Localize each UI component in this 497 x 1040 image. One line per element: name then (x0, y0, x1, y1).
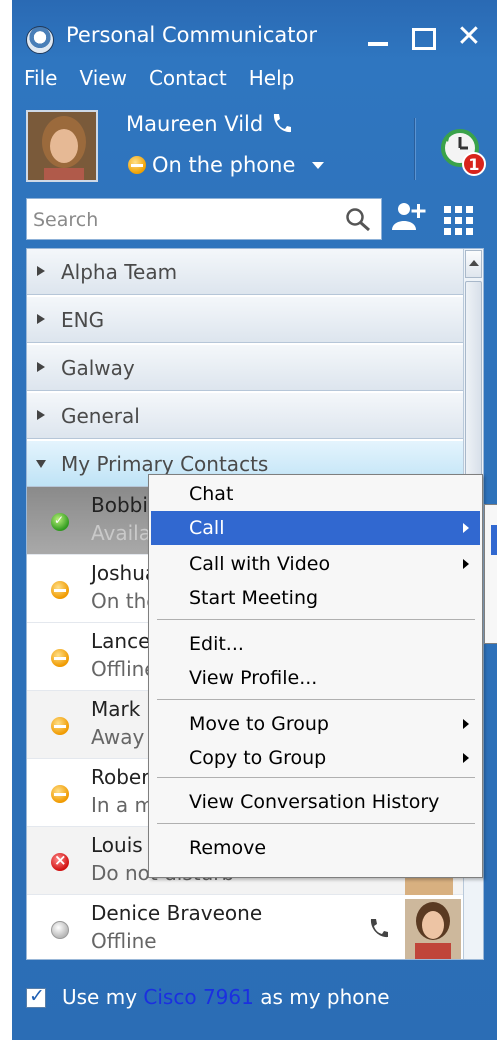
menu-item-view-conversation-history[interactable]: View Conversation History (151, 785, 480, 819)
add-contact-icon[interactable] (390, 200, 430, 238)
group-eng[interactable]: ENG (27, 297, 464, 343)
busy-status-icon (51, 717, 69, 735)
contact-name: Denice Braveone (91, 901, 263, 925)
offline-status-icon (51, 921, 69, 939)
menu-separator (157, 619, 475, 620)
contact-status: Offline (91, 929, 157, 953)
menu-separator (157, 699, 475, 700)
title-bar[interactable]: Personal Communicator ✕ (12, 0, 497, 62)
menu-item-move-to-group[interactable]: Move to Group (151, 707, 480, 741)
contact-status: Offline (91, 657, 157, 681)
group-label: Galway (61, 356, 135, 380)
submenu-highlight[interactable] (491, 525, 497, 555)
presence-status-icon[interactable] (128, 156, 146, 174)
busy-status-icon (51, 785, 69, 803)
menu-separator (157, 823, 475, 824)
presence-status[interactable]: On the phone (152, 153, 295, 177)
menu-item-edit[interactable]: Edit... (151, 627, 480, 661)
phone-icon[interactable] (367, 917, 389, 945)
search-input[interactable] (33, 207, 333, 233)
menu-item-copy-to-group[interactable]: Copy to Group (151, 741, 480, 775)
busy-status-icon (51, 649, 69, 667)
search-box[interactable] (26, 198, 382, 240)
group-general[interactable]: General (27, 393, 464, 439)
call-submenu[interactable] (484, 504, 497, 644)
footer-prefix: Use my (62, 985, 144, 1009)
scroll-up-button[interactable] (465, 250, 482, 278)
submenu-arrow-icon (463, 719, 469, 729)
group-label: My Primary Contacts (61, 452, 269, 476)
expand-arrow-icon (37, 362, 45, 372)
user-avatar[interactable] (26, 110, 98, 182)
window-title: Personal Communicator (66, 23, 317, 47)
menu-contact[interactable]: Contact (149, 66, 227, 98)
submenu-arrow-icon (463, 753, 469, 763)
group-label: Alpha Team (61, 260, 178, 284)
menu-item-view-profile[interactable]: View Profile... (151, 661, 480, 695)
available-status-icon (51, 513, 69, 531)
busy-status-icon (51, 581, 69, 599)
presence-dropdown-icon[interactable] (312, 162, 324, 169)
phone-icon (270, 112, 292, 140)
maximize-button[interactable] (408, 20, 438, 54)
submenu-arrow-icon (463, 523, 469, 533)
menu-item-start-meeting[interactable]: Start Meeting (151, 581, 480, 615)
user-name: Maureen Vild (126, 112, 264, 136)
menu-item-chat[interactable]: Chat (151, 477, 480, 511)
search-icon[interactable] (345, 207, 373, 237)
dialpad-icon[interactable] (442, 204, 476, 242)
minimize-button[interactable] (364, 20, 394, 54)
app-icon (26, 26, 54, 54)
expand-arrow-icon (37, 266, 45, 276)
contact-context-menu: Chat Call Call with Video Start Meeting … (148, 474, 483, 878)
contact-status: Away (91, 725, 145, 749)
close-button[interactable]: ✕ (454, 20, 484, 54)
menu-item-call[interactable]: Call (151, 511, 480, 545)
group-alpha-team[interactable]: Alpha Team (27, 249, 464, 295)
use-phone-label: Use my Cisco 7961 as my phone (62, 985, 390, 1009)
history-alarm-icon[interactable]: 1 (440, 124, 486, 180)
notification-count: 1 (468, 155, 479, 174)
menu-item-call-with-video[interactable]: Call with Video (151, 547, 480, 581)
contact-row[interactable]: Denice Braveone Offline (27, 895, 464, 959)
expand-arrow-icon (37, 410, 45, 420)
footer-suffix: as my phone (253, 985, 390, 1009)
menu-item-remove[interactable]: Remove (151, 831, 480, 865)
menu-view[interactable]: View (79, 66, 126, 98)
group-galway[interactable]: Galway (27, 345, 464, 391)
use-phone-checkbox[interactable] (26, 985, 46, 1008)
group-label: General (61, 404, 140, 428)
menu-bar: File View Contact Help (24, 66, 316, 98)
group-label: ENG (61, 308, 105, 332)
device-link[interactable]: Cisco 7961 (143, 985, 253, 1009)
do-not-disturb-status-icon (51, 851, 69, 871)
collapse-arrow-icon (36, 460, 46, 468)
expand-arrow-icon (37, 314, 45, 324)
divider (414, 118, 416, 180)
menu-separator (157, 777, 475, 778)
menu-file[interactable]: File (24, 66, 57, 98)
menu-help[interactable]: Help (249, 66, 295, 98)
submenu-arrow-icon (463, 559, 469, 569)
contact-photo[interactable] (405, 899, 461, 959)
